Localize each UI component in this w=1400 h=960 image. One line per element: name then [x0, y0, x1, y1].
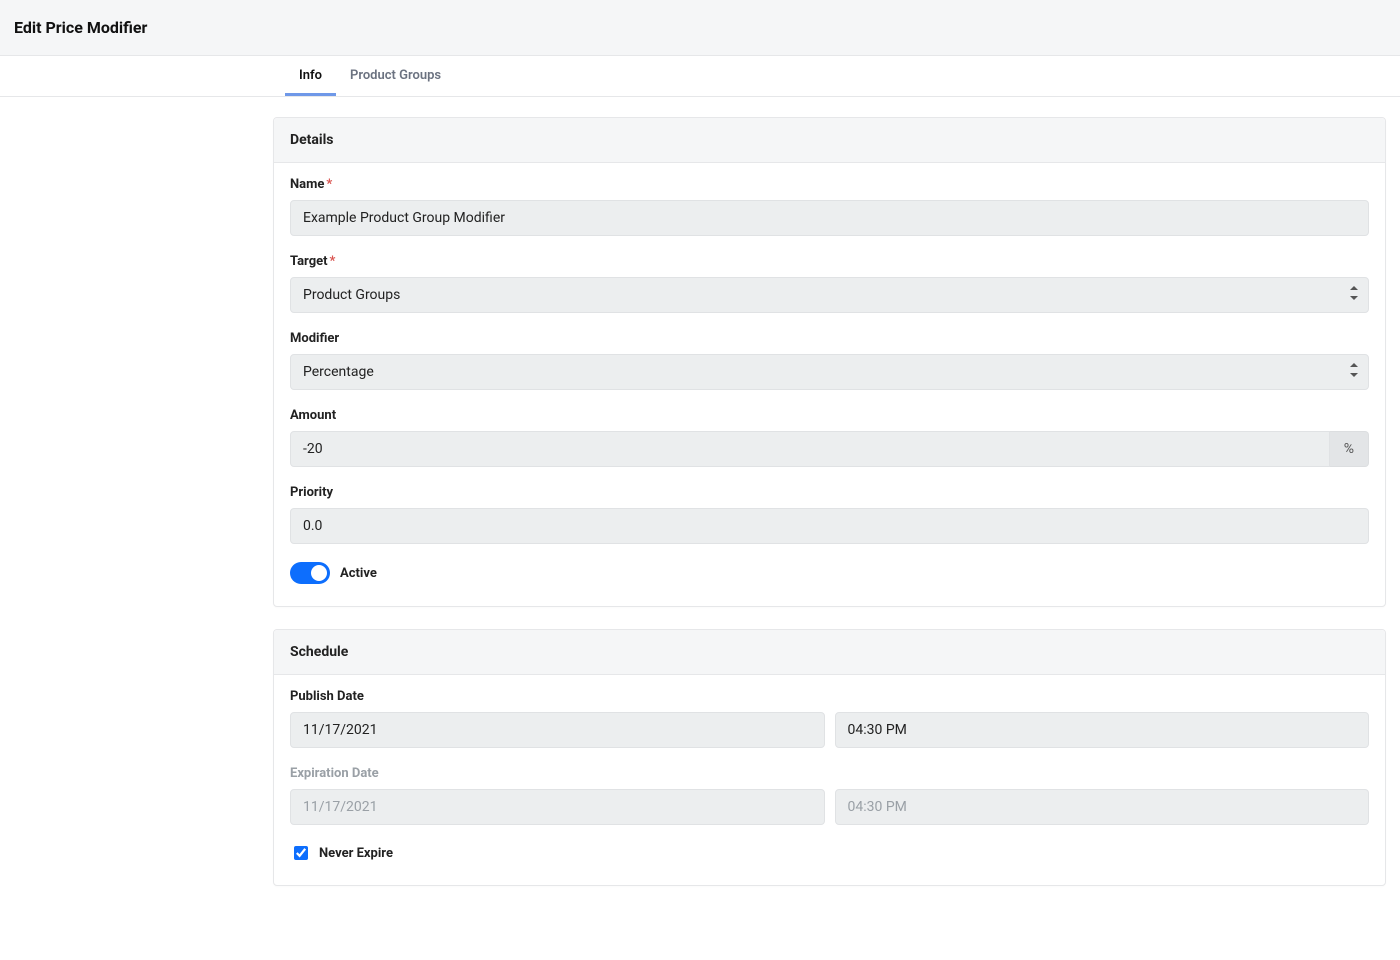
- amount-input-group: %: [290, 431, 1369, 467]
- tabs-bar: Info Product Groups: [0, 56, 1400, 97]
- amount-input[interactable]: [290, 431, 1330, 467]
- publish-row: [290, 712, 1369, 748]
- required-asterisk: *: [326, 177, 332, 192]
- target-label-text: Target: [290, 254, 328, 269]
- page-title: Edit Price Modifier: [14, 18, 1386, 37]
- priority-input[interactable]: [290, 508, 1369, 544]
- modifier-select[interactable]: Percentage: [290, 354, 1369, 390]
- content-area: Details Name* Target* Product Groups: [273, 97, 1386, 948]
- name-label: Name*: [290, 177, 1369, 192]
- target-label: Target*: [290, 254, 1369, 269]
- never-expire-label: Never Expire: [319, 846, 393, 861]
- details-card: Details Name* Target* Product Groups: [273, 117, 1386, 607]
- publish-group: Publish Date: [290, 689, 1369, 748]
- modifier-group: Modifier Percentage: [290, 331, 1369, 390]
- name-input[interactable]: [290, 200, 1369, 236]
- active-toggle-row: Active: [290, 562, 1369, 584]
- required-asterisk: *: [330, 254, 336, 269]
- schedule-card: Schedule Publish Date Expiration Date Ne…: [273, 629, 1386, 886]
- details-card-header: Details: [274, 118, 1385, 163]
- expire-group: Expiration Date: [290, 766, 1369, 825]
- never-expire-row: Never Expire: [290, 843, 1369, 863]
- expire-date-input: [290, 789, 825, 825]
- target-select-wrap: Product Groups: [290, 277, 1369, 313]
- schedule-card-header: Schedule: [274, 630, 1385, 675]
- target-select[interactable]: Product Groups: [290, 277, 1369, 313]
- target-group: Target* Product Groups: [290, 254, 1369, 313]
- priority-group: Priority: [290, 485, 1369, 544]
- tab-product-groups[interactable]: Product Groups: [336, 56, 455, 96]
- tab-info[interactable]: Info: [285, 56, 336, 96]
- never-expire-checkbox[interactable]: [294, 846, 308, 860]
- publish-time-input[interactable]: [835, 712, 1370, 748]
- amount-group: Amount %: [290, 408, 1369, 467]
- active-toggle-label: Active: [340, 566, 377, 581]
- expire-row: [290, 789, 1369, 825]
- modifier-label: Modifier: [290, 331, 1369, 346]
- expire-label: Expiration Date: [290, 766, 1369, 781]
- amount-label: Amount: [290, 408, 1369, 423]
- toggle-knob: [311, 565, 327, 581]
- modifier-select-wrap: Percentage: [290, 354, 1369, 390]
- publish-date-input[interactable]: [290, 712, 825, 748]
- name-group: Name*: [290, 177, 1369, 236]
- amount-suffix: %: [1330, 431, 1369, 467]
- publish-label: Publish Date: [290, 689, 1369, 704]
- priority-label: Priority: [290, 485, 1369, 500]
- schedule-card-body: Publish Date Expiration Date Never Expir…: [274, 675, 1385, 885]
- expire-time-input: [835, 789, 1370, 825]
- details-card-body: Name* Target* Product Groups Modifier: [274, 163, 1385, 606]
- name-label-text: Name: [290, 177, 324, 192]
- page-header: Edit Price Modifier: [0, 0, 1400, 56]
- active-toggle[interactable]: [290, 562, 330, 584]
